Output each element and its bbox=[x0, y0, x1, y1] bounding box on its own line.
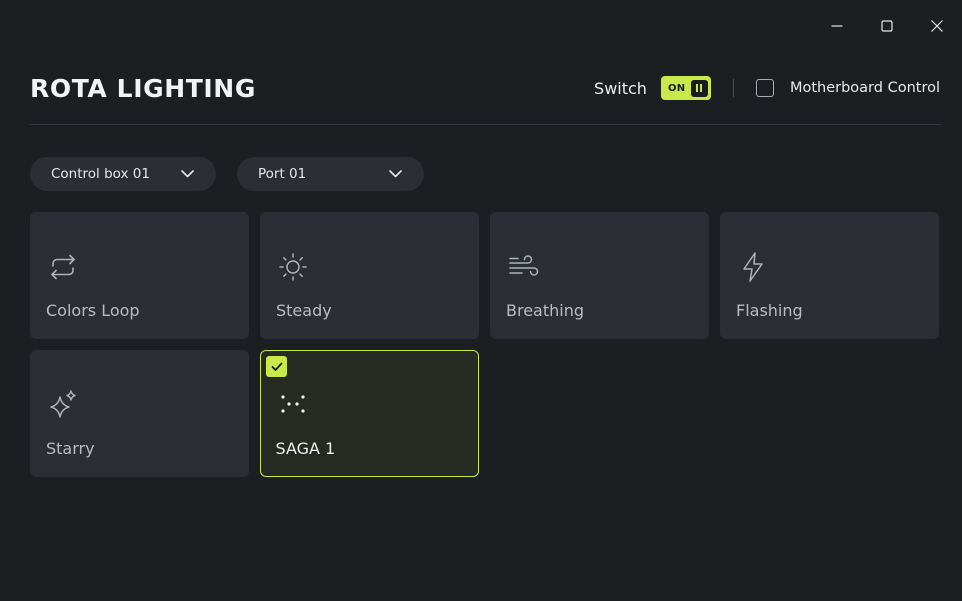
port-select[interactable]: Port 01 bbox=[237, 157, 424, 191]
switch-label: Switch bbox=[594, 78, 647, 98]
dots-pattern-icon bbox=[280, 394, 305, 413]
port-value: Port 01 bbox=[258, 166, 307, 182]
close-icon bbox=[931, 20, 943, 32]
loop-arrows-icon bbox=[51, 254, 75, 280]
toggle-knob bbox=[690, 79, 708, 97]
selected-check-badge bbox=[266, 356, 287, 377]
effect-label: SAGA 1 bbox=[275, 438, 336, 458]
wind-icon bbox=[509, 255, 539, 276]
minimize-icon bbox=[831, 25, 843, 27]
minimize-button[interactable] bbox=[812, 12, 862, 40]
effect-label: Colors Loop bbox=[46, 301, 140, 320]
header-divider-line bbox=[30, 124, 942, 125]
effect-tile-steady[interactable]: Steady bbox=[260, 212, 479, 339]
effect-label: Steady bbox=[276, 301, 332, 320]
sun-icon bbox=[279, 253, 307, 281]
lightning-icon bbox=[743, 252, 763, 282]
maximize-button[interactable] bbox=[862, 12, 912, 40]
close-button[interactable] bbox=[912, 12, 962, 40]
toggle-state-text: ON bbox=[667, 82, 686, 94]
app-title: ROTA LIGHTING bbox=[30, 73, 256, 103]
app-window: ROTA LIGHTING Switch ON Motherboard Cont… bbox=[0, 0, 962, 601]
effect-label: Breathing bbox=[506, 301, 585, 320]
header-divider bbox=[732, 79, 734, 97]
effect-label: Starry bbox=[46, 439, 95, 458]
control-box-select[interactable]: Control box 01 bbox=[30, 157, 216, 191]
maximize-icon bbox=[881, 20, 893, 32]
control-box-value: Control box 01 bbox=[51, 166, 150, 182]
sparkles-icon bbox=[50, 390, 76, 418]
effect-tile-flashing[interactable]: Flashing bbox=[720, 212, 939, 339]
header-controls: Switch ON Motherboard Control bbox=[594, 76, 942, 100]
effect-tile-colors-loop[interactable]: Colors Loop bbox=[30, 212, 249, 339]
checkmark-icon bbox=[271, 362, 282, 371]
header: ROTA LIGHTING Switch ON Motherboard Cont… bbox=[30, 60, 942, 116]
motherboard-control-label: Motherboard Control bbox=[789, 80, 940, 96]
effect-tile-saga-1[interactable]: SAGA 1 bbox=[260, 350, 479, 477]
window-controls bbox=[812, 12, 962, 40]
chevron-down-icon bbox=[181, 170, 194, 178]
motherboard-control-checkbox[interactable] bbox=[755, 79, 774, 97]
effect-label: Flashing bbox=[736, 301, 803, 320]
chevron-down-icon bbox=[389, 170, 402, 178]
effect-tile-starry[interactable]: Starry bbox=[30, 350, 249, 477]
power-toggle[interactable]: ON bbox=[660, 76, 711, 100]
effect-tile-breathing[interactable]: Breathing bbox=[490, 212, 709, 339]
